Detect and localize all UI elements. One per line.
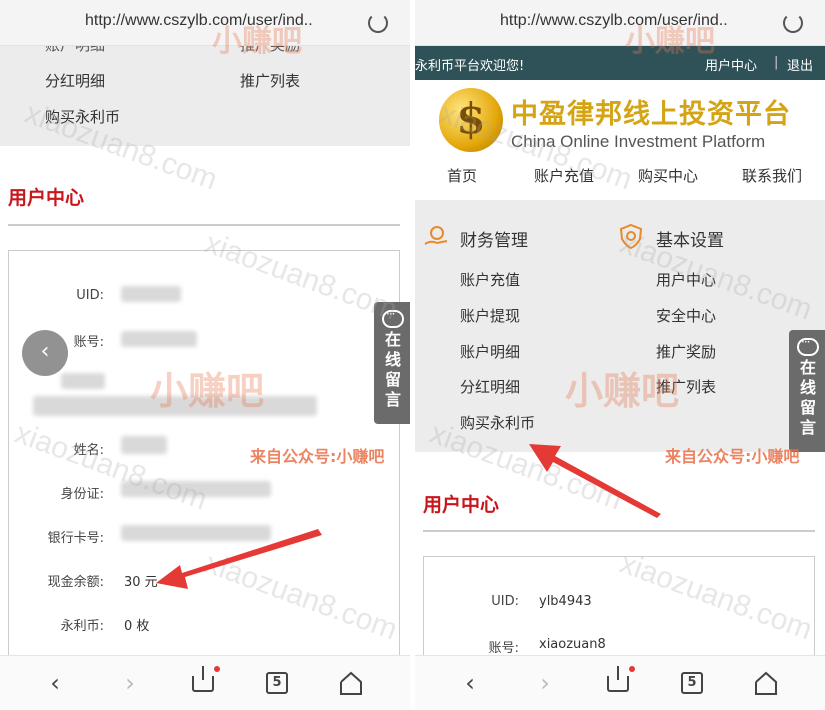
coins-value: 0 枚 <box>124 619 150 634</box>
main-nav: 首页 账户充值 购买中心 联系我们 <box>415 160 825 200</box>
browser-toolbar: ‹ › 5 <box>415 655 825 710</box>
basic-settings-title: 基本设置 <box>656 231 724 251</box>
notification-dot <box>214 666 220 672</box>
forward-icon[interactable]: › <box>532 670 558 696</box>
account-label: 账号: <box>488 641 519 656</box>
red-arrow-annotation <box>156 529 322 589</box>
account-menu-panel: 账户明细 推广奖励 分红明细 推广列表 购买永利币 <box>0 36 410 146</box>
cash-balance-label: 现金余额: <box>47 575 104 590</box>
brand-name-en: China Online Investment Platform <box>511 132 766 151</box>
right-screenshot: http://www.cszylb.com/user/ind.. 永利币平台欢迎… <box>415 0 825 710</box>
redacted-row <box>61 373 105 389</box>
shield-settings-icon <box>619 223 643 249</box>
redacted-row-wide <box>33 396 317 416</box>
id-card-label: 身份证: <box>60 487 104 502</box>
menu-link-promo-list[interactable]: 推广列表 <box>240 70 300 91</box>
uid-value: ylb4943 <box>539 594 592 609</box>
nav-home[interactable]: 首页 <box>447 165 477 186</box>
menu-link-security-center[interactable]: 安全中心 <box>656 305 716 326</box>
brand-banner: $ 中盈律邦线上投资平台 China Online Investment Pla… <box>415 80 825 160</box>
tabs-icon[interactable]: 5 <box>266 672 288 694</box>
menu-link-user-center[interactable]: 用户中心 <box>656 269 716 290</box>
reload-icon[interactable] <box>368 13 388 33</box>
nav-purchase-center[interactable]: 购买中心 <box>638 165 698 186</box>
forward-icon[interactable]: › <box>117 670 143 696</box>
uid-label: UID: <box>491 594 519 609</box>
uid-label: UID: <box>76 288 104 303</box>
bank-card-label: 银行卡号: <box>47 531 104 546</box>
online-message-label: 在线留言 <box>800 358 817 437</box>
back-icon[interactable]: ‹ <box>457 670 483 696</box>
chevron-left-icon[interactable]: ‹ <box>22 330 68 376</box>
nav-contact[interactable]: 联系我们 <box>742 165 802 186</box>
menu-link-recharge[interactable]: 账户充值 <box>460 269 520 290</box>
welcome-bar: 永利币平台欢迎您! 用户中心 | 退出 <box>415 46 825 80</box>
url-text[interactable]: http://www.cszylb.com/user/ind.. <box>85 12 313 30</box>
logout-link[interactable]: 退出 <box>787 55 813 74</box>
home-icon[interactable] <box>338 670 364 696</box>
chat-bubble-icon <box>797 335 819 356</box>
id-card-value-redacted <box>121 481 271 497</box>
gold-coin-logo-icon: $ <box>439 88 503 152</box>
welcome-text: 永利币平台欢迎您! <box>415 59 525 74</box>
section-title-user-center: 用户中心 <box>8 187 85 209</box>
url-text[interactable]: http://www.cszylb.com/user/ind.. <box>500 12 728 30</box>
online-message-label: 在线留言 <box>385 330 402 409</box>
nav-recharge[interactable]: 账户充值 <box>534 165 594 186</box>
section-divider <box>8 224 400 226</box>
coins-label: 永利币: <box>60 619 104 634</box>
user-center-link[interactable]: 用户中心 <box>705 55 757 74</box>
share-icon[interactable] <box>607 666 629 692</box>
menu-link-promo-reward[interactable]: 推广奖励 <box>656 341 716 362</box>
section-title-user-center: 用户中心 <box>423 494 500 516</box>
brand-name-cn: 中盈律邦线上投资平台 <box>511 99 791 130</box>
finance-hand-icon <box>424 226 448 245</box>
notification-dot <box>629 666 635 672</box>
share-icon[interactable] <box>192 666 214 692</box>
tabs-icon[interactable]: 5 <box>681 672 703 694</box>
menu-link-dividend-detail[interactable]: 分红明细 <box>45 70 105 91</box>
chat-bubble-icon <box>382 307 404 328</box>
online-message-tab[interactable]: 在线留言 <box>789 330 825 452</box>
back-icon[interactable]: ‹ <box>42 670 68 696</box>
left-screenshot: 账户明细 推广奖励 分红明细 推广列表 购买永利币 http://www.csz… <box>0 0 410 710</box>
home-icon[interactable] <box>753 670 779 696</box>
section-divider <box>423 530 815 532</box>
account-menu-panel: 财务管理 基本设置 账户充值 账户提现 账户明细 分红明细 购买永利币 用户中心… <box>415 200 825 452</box>
address-bar[interactable]: http://www.cszylb.com/user/ind.. <box>415 0 825 46</box>
account-value: xiaozuan8 <box>539 637 606 652</box>
header-separator: | <box>774 55 779 70</box>
source-note: 来自公众号:小赚吧 <box>250 447 385 466</box>
finance-management-title: 财务管理 <box>460 231 528 251</box>
menu-link-dividend-detail[interactable]: 分红明细 <box>460 376 520 397</box>
menu-link-account-detail[interactable]: 账户明细 <box>460 341 520 362</box>
menu-link-buy-coins[interactable]: 购买永利币 <box>45 106 120 127</box>
browser-toolbar: ‹ › 5 <box>0 655 410 710</box>
menu-link-withdraw[interactable]: 账户提现 <box>460 305 520 326</box>
red-arrow-annotation <box>529 444 661 518</box>
menu-link-promo-list[interactable]: 推广列表 <box>656 376 716 397</box>
address-bar[interactable]: http://www.cszylb.com/user/ind.. <box>0 0 410 46</box>
name-value-redacted <box>121 436 167 454</box>
online-message-tab[interactable]: 在线留言 <box>374 302 410 424</box>
menu-link-buy-coins[interactable]: 购买永利币 <box>460 412 535 433</box>
reload-icon[interactable] <box>783 13 803 33</box>
account-value-redacted <box>121 331 197 347</box>
uid-value-redacted <box>121 286 181 302</box>
source-note: 来自公众号:小赚吧 <box>665 447 800 466</box>
name-label: 姓名: <box>73 443 104 458</box>
